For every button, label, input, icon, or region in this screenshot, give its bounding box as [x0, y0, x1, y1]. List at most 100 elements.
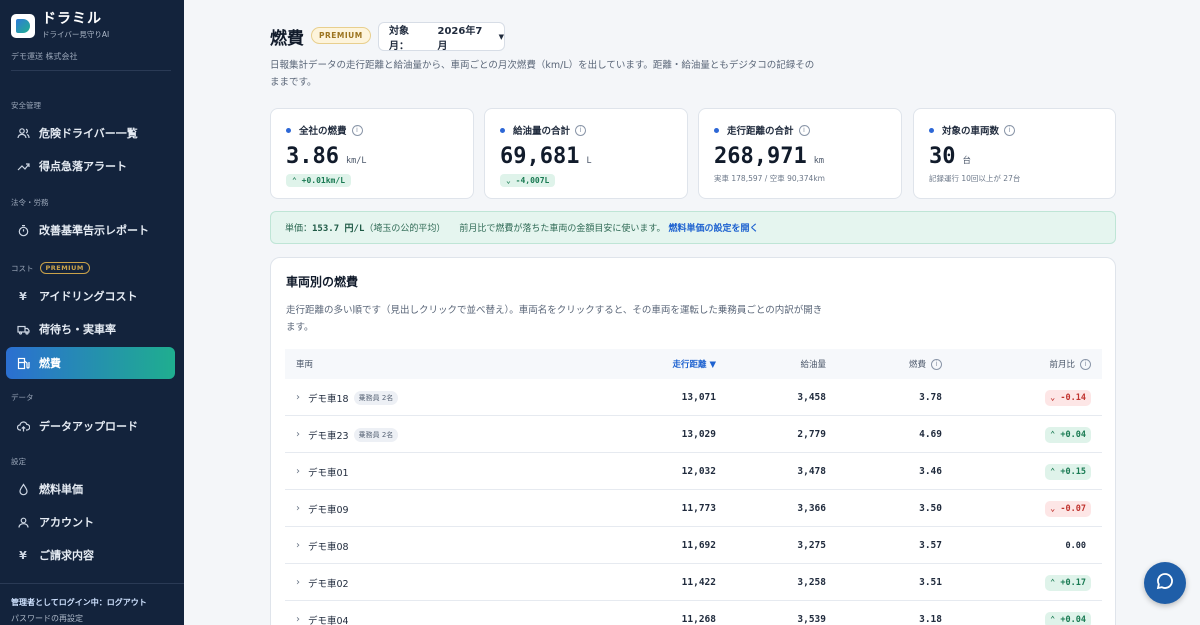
price-value: 153.7 円/L [312, 224, 365, 234]
sidebar-item-score-alert[interactable]: 得点急落アラート [6, 150, 175, 182]
change-badge: ⌃ +0.04 [1045, 611, 1091, 625]
change-badge: ⌄ -0.07 [1045, 500, 1091, 517]
vehicle-name[interactable]: デモ車23 [308, 428, 349, 442]
chat-bubble-icon [1155, 571, 1175, 595]
section-label-settings: 設定 [11, 457, 26, 466]
change-value: +0.17 [1060, 577, 1086, 588]
kpi-value: 69,681 [500, 144, 580, 169]
vehicle-cell[interactable]: › デモ車04 [296, 601, 349, 625]
kpi-label: 対象の車両数 [942, 126, 1000, 137]
brand[interactable]: ドラミル ドライバー見守りAI [11, 12, 109, 40]
fuel-icon [16, 356, 30, 370]
kpi-value-row: 3.86 km/L [286, 144, 366, 169]
info-icon[interactable]: i [1080, 358, 1091, 370]
sidebar-item-idling-cost[interactable]: ¥ アイドリングコスト [6, 280, 175, 312]
chevron-right-icon: › [296, 466, 300, 477]
vehicle-cell[interactable]: › デモ車23 乗務員 2名 [296, 416, 399, 453]
info-icon[interactable]: i [931, 358, 942, 370]
chevron-right-icon: › [296, 503, 300, 514]
kpi-card-vehicle-count: 対象の車両数 i 30 台 記録運行 10回以上が 27台 [913, 108, 1116, 199]
vehicle-cell[interactable]: › デモ車02 [296, 564, 349, 601]
sidebar-item-fuel-price[interactable]: 燃料単価 [6, 473, 175, 505]
caret-down-icon: ▼ [498, 32, 504, 41]
info-icon[interactable]: i [351, 124, 363, 136]
fuel-cell: 3,539 [797, 614, 826, 625]
kpi-unit: L [586, 156, 592, 166]
vehicle-name[interactable]: デモ車09 [308, 502, 349, 516]
kpi-value-row: 69,681 L [500, 144, 592, 169]
vehicle-name[interactable]: デモ車01 [308, 465, 349, 479]
info-icon[interactable]: i [798, 124, 810, 136]
page-description: 日報集計データの走行距離と給油量から、車両ごとの月次燃費（km/L）を出していま… [270, 60, 815, 88]
sidebar-item-improvement-report[interactable]: 改善基準告示レポート [6, 214, 175, 246]
brand-subtitle: ドライバー見守りAI [42, 30, 110, 39]
trend-icon [16, 159, 30, 173]
table-row[interactable]: › デモ車02 11,422 3,258 3.51 ⌃ +0.17 [285, 564, 1102, 601]
change-badge: ⌃ +0.17 [1045, 574, 1091, 591]
sidebar-item-waiting-rate[interactable]: 荷待ち・実車率 [6, 313, 175, 345]
efficiency-cell: 3.51 [919, 577, 942, 588]
table-row[interactable]: › デモ車18 乗務員 2名 13,071 3,458 3.78 ⌄ -0.14 [285, 379, 1102, 416]
password-reset-link[interactable]: パスワードの再設定 [11, 613, 83, 624]
efficiency-cell: 4.69 [919, 429, 942, 440]
month-select[interactable]: 対象月： 2026年7月 ▼ [378, 22, 505, 52]
vehicle-cell[interactable]: › デモ車08 [296, 527, 349, 564]
kpi-delta-value: +0.01km/L [301, 176, 346, 185]
distance-cell: 11,268 [681, 614, 716, 625]
stopwatch-icon [16, 223, 30, 237]
sidebar-item-label: 荷待ち・実車率 [39, 323, 116, 336]
efficiency-cell: 3.18 [919, 614, 942, 625]
column-header-efficiency[interactable]: 燃費 i [845, 349, 942, 379]
sidebar-item-data-upload[interactable]: データアップロード [6, 410, 175, 442]
sidebar-item-account[interactable]: アカウント [6, 506, 175, 538]
column-header-change[interactable]: 前月比 i [985, 349, 1091, 379]
vehicle-name[interactable]: デモ車18 [308, 391, 349, 405]
kpi-label: 走行距離の合計 [727, 126, 794, 137]
month-select-label: 対象月： [389, 25, 409, 52]
vehicle-name[interactable]: デモ車08 [308, 539, 349, 553]
table-row[interactable]: › デモ車09 11,773 3,366 3.50 ⌄ -0.07 [285, 490, 1102, 527]
logout-link[interactable]: 管理者としてログイン中：ログアウト [11, 597, 147, 608]
sidebar-item-risky-drivers[interactable]: 危険ドライバー一覧 [6, 117, 175, 149]
chevron-right-icon: › [296, 614, 300, 625]
efficiency-cell: 3.46 [919, 466, 942, 477]
vehicle-cell[interactable]: › デモ車09 [296, 490, 349, 527]
page-title: 燃費 [270, 29, 304, 49]
kpi-value-row: 30 台 [929, 144, 971, 169]
fuel-price-settings-link[interactable]: 燃料単価の設定を開く [669, 221, 759, 234]
change-cell: ⌃ +0.15 [985, 453, 1091, 490]
chevron-down-icon: ⌄ [506, 176, 511, 185]
bullet-dot-icon [929, 127, 934, 133]
column-header-vehicle[interactable]: 車両 [296, 349, 313, 379]
kpi-delta: ⌃ +0.01km/L [286, 174, 352, 187]
divider [11, 70, 171, 71]
vehicle-name[interactable]: デモ車04 [308, 613, 349, 625]
info-icon[interactable]: i [1004, 124, 1016, 136]
sidebar-item-label: 燃費 [39, 357, 61, 370]
premium-badge: PREMIUM [39, 262, 90, 274]
table-row[interactable]: › デモ車08 11,692 3,275 3.57 0.00 [285, 527, 1102, 564]
chat-support-button[interactable] [1144, 562, 1186, 604]
vehicle-cell[interactable]: › デモ車01 [296, 453, 349, 490]
info-icon[interactable]: i [575, 124, 587, 136]
kpi-unit: km/L [345, 156, 367, 166]
table-row[interactable]: › デモ車04 11,268 3,539 3.18 ⌃ +0.04 [285, 601, 1102, 625]
table-row[interactable]: › デモ車23 乗務員 2名 13,029 2,779 4.69 ⌃ +0.04 [285, 416, 1102, 453]
distance-cell: 13,071 [681, 392, 716, 403]
sidebar-item-fuel-efficiency[interactable]: 燃費 [6, 347, 175, 379]
vehicle-name[interactable]: デモ車02 [308, 576, 349, 590]
column-header-fuel[interactable]: 給油量 [725, 349, 826, 379]
kpi-card-distance-total: 走行距離の合計 i 268,971 km 実車 178,597 / 空車 90,… [698, 108, 902, 199]
table-row[interactable]: › デモ車01 12,032 3,478 3.46 ⌃ +0.15 [285, 453, 1102, 490]
kpi-value: 268,971 [714, 144, 807, 169]
vehicle-cell[interactable]: › デモ車18 乗務員 2名 [296, 379, 399, 416]
column-header-distance[interactable]: 走行距離 ▼ [605, 349, 717, 379]
price-message: 前月比で燃費が落ちた車両の金額目安に使います。 [459, 224, 666, 234]
change-value: +0.15 [1060, 466, 1086, 477]
sidebar-item-billing[interactable]: ¥ ご請求内容 [6, 539, 175, 571]
section-label-safety: 安全管理 [11, 101, 41, 110]
section-label-cost: コスト PREMIUM [11, 262, 90, 274]
distance-cell: 11,773 [681, 503, 716, 514]
app-logo-icon [11, 14, 35, 38]
column-header-label: 燃費 [908, 360, 926, 370]
